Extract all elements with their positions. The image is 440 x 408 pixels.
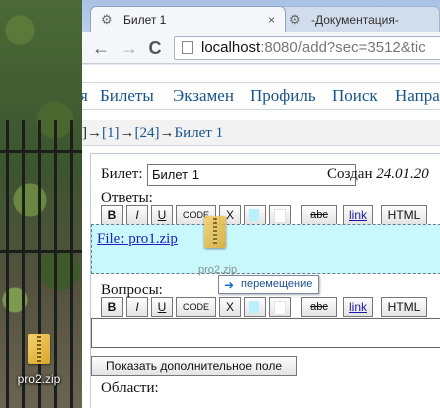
- gear-icon: ⚙: [289, 12, 301, 27]
- breadcrumb-current: Билет 1: [174, 125, 224, 141]
- answers-drop-zone[interactable]: File: pro1.zip: [91, 224, 440, 274]
- menu-item-profile[interactable]: Профиль: [250, 83, 316, 109]
- menu-item[interactable]: я: [82, 83, 88, 109]
- desktop-background: pro2.zip: [0, 0, 82, 408]
- tab-title: -Документация-: [311, 13, 399, 27]
- menu-item-direction[interactable]: Напра: [395, 83, 440, 109]
- attached-file-link[interactable]: File: pro1.zip: [97, 231, 178, 248]
- bold-button[interactable]: B: [101, 205, 123, 225]
- questions-textarea[interactable]: [91, 318, 440, 348]
- white-color-button[interactable]: [269, 205, 291, 225]
- gear-icon: ⚙: [101, 12, 113, 27]
- fence-rail: [0, 250, 82, 253]
- url-rest: :8080/add?sec=3512&tic: [260, 39, 426, 56]
- ticket-label: Билет:: [101, 166, 143, 182]
- highlight-color-button[interactable]: [244, 297, 266, 317]
- address-bar[interactable]: localhost:8080/add?sec=3512&tic: [174, 36, 440, 60]
- desktop-zip-file[interactable]: pro2.zip: [9, 334, 69, 386]
- italic-button[interactable]: I: [126, 297, 148, 317]
- tab-documentation[interactable]: ⚙ -Документация-: [278, 6, 440, 32]
- ticket-title-input[interactable]: Билет 1: [147, 164, 356, 186]
- fence-bar: [70, 120, 73, 408]
- fence-rail: [0, 150, 82, 153]
- browser-window: ⚙ -Документация- ⚙ Билет 1 × ← → C local…: [82, 0, 440, 408]
- breadcrumb-item[interactable]: [1]: [102, 125, 120, 141]
- menu-item-search[interactable]: Поиск: [332, 83, 378, 109]
- html-button[interactable]: HTML: [381, 297, 427, 317]
- menu-item-exam[interactable]: Экзамен: [173, 83, 234, 109]
- clear-button[interactable]: X: [219, 297, 241, 317]
- areas-label: Области:: [101, 380, 159, 396]
- breadcrumb-item[interactable]: [24]: [135, 125, 160, 141]
- url-host: localhost: [201, 39, 261, 56]
- forward-button[interactable]: →: [118, 37, 140, 59]
- link-button[interactable]: link: [343, 205, 373, 225]
- underline-button[interactable]: U: [151, 297, 173, 317]
- tab-ticket[interactable]: ⚙ Билет 1 ×: [90, 6, 286, 32]
- strikethrough-button[interactable]: abc: [301, 297, 337, 317]
- tab-title: Билет 1: [123, 13, 167, 27]
- move-arrow-icon: ➜: [224, 278, 235, 292]
- html-button[interactable]: HTML: [381, 205, 427, 225]
- site-menu: я Билеты Экзамен Профиль Поиск Напра: [82, 82, 440, 110]
- reload-button[interactable]: C: [144, 37, 166, 59]
- italic-button[interactable]: I: [126, 205, 148, 225]
- highlight-color-button[interactable]: [244, 205, 266, 225]
- browser-toolbar: ← → C localhost:8080/add?sec=3512&tic: [82, 32, 440, 64]
- link-button[interactable]: link: [343, 297, 373, 317]
- breadcrumb: ]→[1]→[24]→Билет 1: [82, 120, 440, 146]
- back-button[interactable]: ←: [90, 37, 112, 59]
- close-tab-icon[interactable]: ×: [268, 7, 275, 32]
- strikethrough-button[interactable]: abc: [301, 205, 337, 225]
- tab-strip: ⚙ -Документация- ⚙ Билет 1 ×: [82, 0, 440, 32]
- dragged-file-ghost: [200, 216, 230, 256]
- created-date: Создан 24.01.20: [327, 166, 429, 182]
- zip-file-icon: [28, 334, 50, 364]
- bold-button[interactable]: B: [101, 297, 123, 317]
- white-color-button[interactable]: [269, 297, 291, 317]
- underline-button[interactable]: U: [151, 205, 173, 225]
- page-icon: [182, 41, 193, 54]
- drag-move-tooltip: ➜ перемещение: [218, 275, 320, 294]
- menu-item-tickets[interactable]: Билеты: [100, 83, 154, 109]
- show-extra-field-button[interactable]: Показать дополнительное поле: [91, 356, 297, 376]
- zip-file-icon: [204, 216, 226, 248]
- code-button[interactable]: CODE: [176, 297, 216, 317]
- desktop-icon-label: pro2.zip: [17, 372, 61, 386]
- web-page: я Билеты Экзамен Профиль Поиск Напра ]→[…: [82, 65, 440, 408]
